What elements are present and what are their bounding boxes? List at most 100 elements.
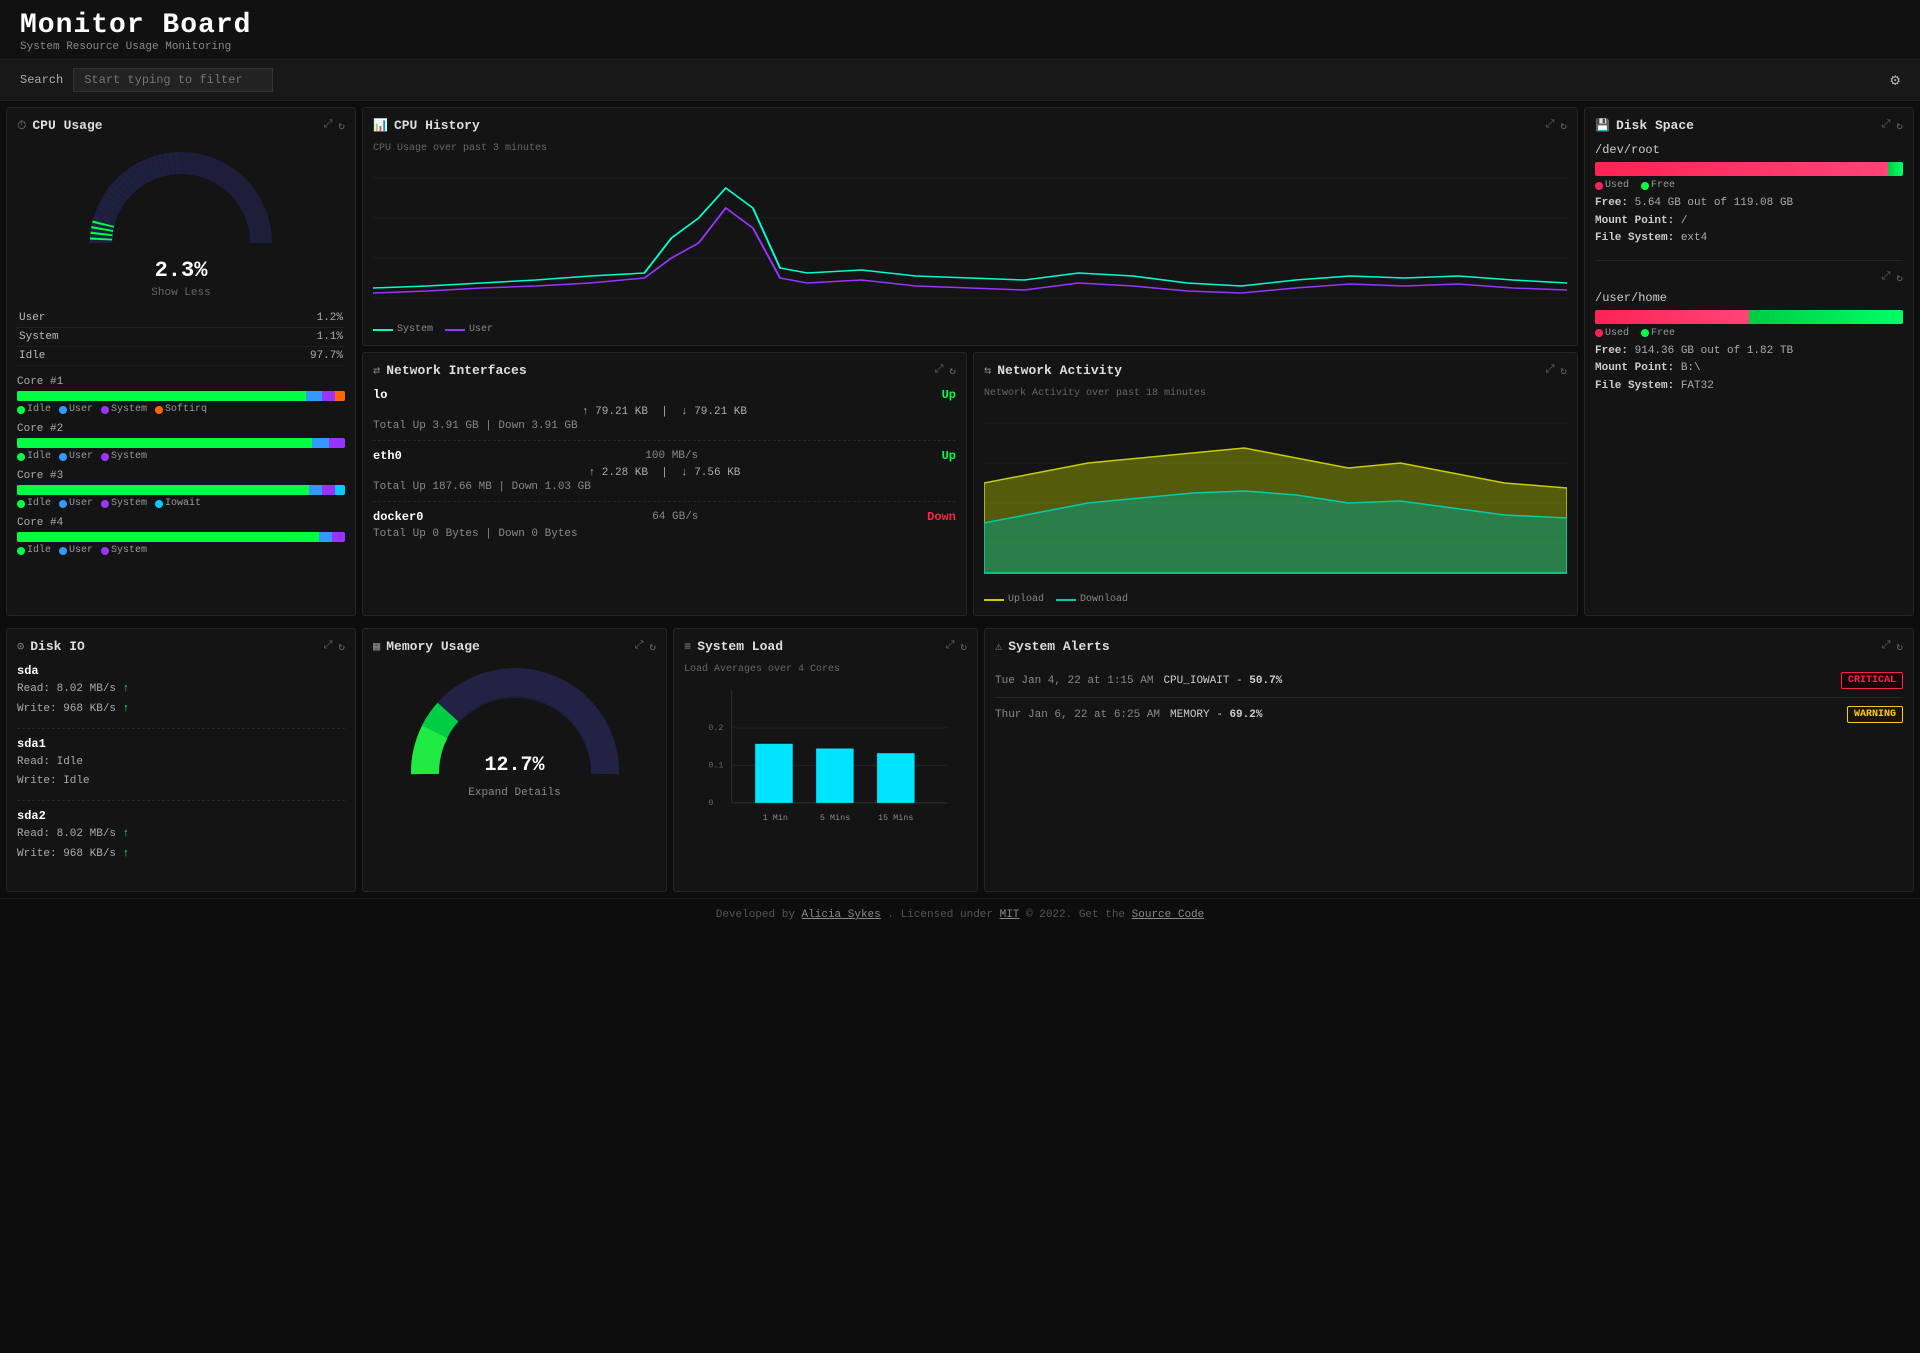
net-iface-eth0-speed: 100 MB/s xyxy=(645,450,698,462)
cpu-stat-system-label: System xyxy=(17,328,194,347)
core-3-system-legend: System xyxy=(101,498,147,509)
network-activity-panel: ⇆ Network Activity ⤢ ↻ Network Activity … xyxy=(973,352,1578,616)
net-iface-eth0-status: Up xyxy=(942,449,956,463)
system-load-panel-icons: ⤢ ↻ xyxy=(946,640,967,654)
disk-space-refresh-icon[interactable]: ↻ xyxy=(1896,119,1903,133)
core-4-idle-bar xyxy=(17,532,319,542)
footer-source-link[interactable]: Source Code xyxy=(1132,909,1205,921)
footer-license-text: . Licensed under xyxy=(887,909,999,921)
disk-io-sda1-read: Read: Idle xyxy=(17,753,345,773)
core-2-idle-dot xyxy=(17,453,25,461)
core-2-system-legend: System xyxy=(101,451,147,462)
legend-upload-line xyxy=(984,599,1004,601)
net-activity-refresh-icon[interactable]: ↻ xyxy=(1560,364,1567,378)
core-4-section: Core #4 Idle User System xyxy=(17,517,345,556)
cpu-stat-user-value: 1.2% xyxy=(194,309,345,328)
memory-expand-icon[interactable]: ⤢ xyxy=(635,640,644,654)
disk-space-expand-icon[interactable]: ⤢ xyxy=(1882,119,1891,133)
core-2-user-bar xyxy=(312,438,328,448)
core-1-section: Core #1 Idle User System Softirq xyxy=(17,376,345,415)
disk-io-refresh-icon[interactable]: ↻ xyxy=(338,640,345,654)
legend-user-label: User xyxy=(469,324,493,335)
memory-refresh-icon[interactable]: ↻ xyxy=(649,640,656,654)
core-4-user-bar xyxy=(319,532,332,542)
cpu-gauge xyxy=(17,143,345,253)
net-activity-expand-icon[interactable]: ⤢ xyxy=(1546,364,1555,378)
system-alerts-panel-icons: ⤢ ↻ xyxy=(1882,640,1903,654)
cpu-history-legend: System User xyxy=(373,324,1567,335)
core-1-legend: Idle User System Softirq xyxy=(17,404,345,415)
core-4-user-dot xyxy=(59,547,67,555)
core-1-system-legend: System xyxy=(101,404,147,415)
disk-io-expand-icon[interactable]: ⤢ xyxy=(324,640,333,654)
net-ifaces-refresh-icon[interactable]: ↻ xyxy=(949,364,956,378)
legend-system-line xyxy=(373,329,393,331)
cpu-usage-panel-icons: ⤢ ↻ xyxy=(324,119,345,133)
legend-system-label: System xyxy=(397,324,433,335)
footer-year: © 2022. Get the xyxy=(1026,909,1132,921)
system-load-title: System Load xyxy=(697,639,783,654)
core-2-idle-legend: Idle xyxy=(17,451,51,462)
memory-gauge-container: 12.7% xyxy=(373,664,656,777)
system-alerts-refresh-icon[interactable]: ↻ xyxy=(1896,640,1903,654)
core-1-softirq-dot xyxy=(155,406,163,414)
alert-1-time: Tue Jan 4, 22 at 1:15 AM xyxy=(995,675,1153,687)
net-iface-eth0-total: Total Up 187.66 MB | Down 1.03 GB xyxy=(373,481,956,493)
disk-root-used-legend: Used xyxy=(1595,180,1629,191)
net-iface-docker0-name: docker0 xyxy=(373,510,423,524)
system-alerts-icon: ⚠ xyxy=(995,639,1002,654)
core-3-user-legend: User xyxy=(59,498,93,509)
disk-io-sda2: sda2 Read: 8.02 MB/s ↑ Write: 968 KB/s ↑ xyxy=(17,809,345,873)
cpu-stat-idle-value: 97.7% xyxy=(194,347,345,366)
footer-author-link[interactable]: Alicia Sykes xyxy=(802,909,881,921)
core-2-section: Core #2 Idle User System xyxy=(17,423,345,462)
core-2-system-bar xyxy=(329,438,345,448)
core-3-section: Core #3 Idle User System Iowait xyxy=(17,470,345,509)
core-2-idle-bar xyxy=(17,438,312,448)
memory-usage-panel-icons: ⤢ ↻ xyxy=(635,640,656,654)
disk-io-sda1-name: sda1 xyxy=(17,737,345,751)
system-load-expand-icon[interactable]: ⤢ xyxy=(946,640,955,654)
net-iface-lo-status: Up xyxy=(942,388,956,402)
cpu-expand-icon[interactable]: ⤢ xyxy=(324,119,333,133)
footer: Developed by Alicia Sykes . Licensed und… xyxy=(0,898,1920,931)
cpu-history-svg xyxy=(373,158,1567,318)
svg-text:1 Min: 1 Min xyxy=(763,813,788,823)
cpu-history-header: 📊 CPU History ⤢ ↻ xyxy=(373,118,1567,133)
cpu-history-expand-icon[interactable]: ⤢ xyxy=(1546,119,1555,133)
disk-space-title: Disk Space xyxy=(1616,118,1694,133)
system-load-refresh-icon[interactable]: ↻ xyxy=(960,640,967,654)
search-input[interactable] xyxy=(73,68,273,92)
sda-read-arrow: ↑ xyxy=(123,683,130,695)
cpu-history-refresh-icon[interactable]: ↻ xyxy=(1560,119,1567,133)
show-less-btn[interactable]: Show Less xyxy=(17,287,345,299)
net-iface-lo-total: Total Up 3.91 GB | Down 3.91 GB xyxy=(373,420,956,432)
disk-io-sda2-read: Read: 8.02 MB/s ↑ xyxy=(17,825,345,845)
cpu-stat-idle: Idle 97.7% xyxy=(17,347,345,366)
core-4-system-legend: System xyxy=(101,545,147,556)
network-activity-legend: Upload Download xyxy=(984,594,1567,605)
disk-home-expand-icon[interactable]: ⤢ xyxy=(1882,271,1891,285)
footer-license-link[interactable]: MIT xyxy=(1000,909,1020,921)
disk-home-refresh-icon[interactable]: ↻ xyxy=(1896,271,1903,285)
net-ifaces-expand-icon[interactable]: ⤢ xyxy=(935,364,944,378)
disk-root-bar xyxy=(1595,162,1903,176)
core-1-label: Core #1 xyxy=(17,376,345,388)
disk-io-sda-write: Write: 968 KB/s ↑ xyxy=(17,700,345,720)
net-iface-docker0-speed: 64 GB/s xyxy=(652,511,698,523)
system-load-subtitle: Load Averages over 4 Cores xyxy=(684,664,967,675)
main-grid: ⏱ CPU Usage ⤢ ↻ 2.3% Show Less User 1.2% xyxy=(0,101,1920,628)
disk-io-icon: ⊙ xyxy=(17,639,24,654)
core-4-legend: Idle User System xyxy=(17,545,345,556)
core-4-label: Core #4 xyxy=(17,517,345,529)
disk-home-free-bar xyxy=(1749,310,1903,324)
cpu-stat-system-value: 1.1% xyxy=(194,328,345,347)
system-alerts-expand-icon[interactable]: ⤢ xyxy=(1882,640,1891,654)
network-row: ⇄ Network Interfaces ⤢ ↻ lo Up ↑ 79.21 K… xyxy=(362,352,1578,616)
filter-icon[interactable]: ⚙ xyxy=(1890,70,1900,90)
svg-text:5 Mins: 5 Mins xyxy=(820,813,850,823)
core-3-idle-dot xyxy=(17,500,25,508)
svg-text:0.2: 0.2 xyxy=(708,723,723,733)
network-activity-chart xyxy=(984,403,1567,588)
cpu-refresh-icon[interactable]: ↻ xyxy=(338,119,345,133)
